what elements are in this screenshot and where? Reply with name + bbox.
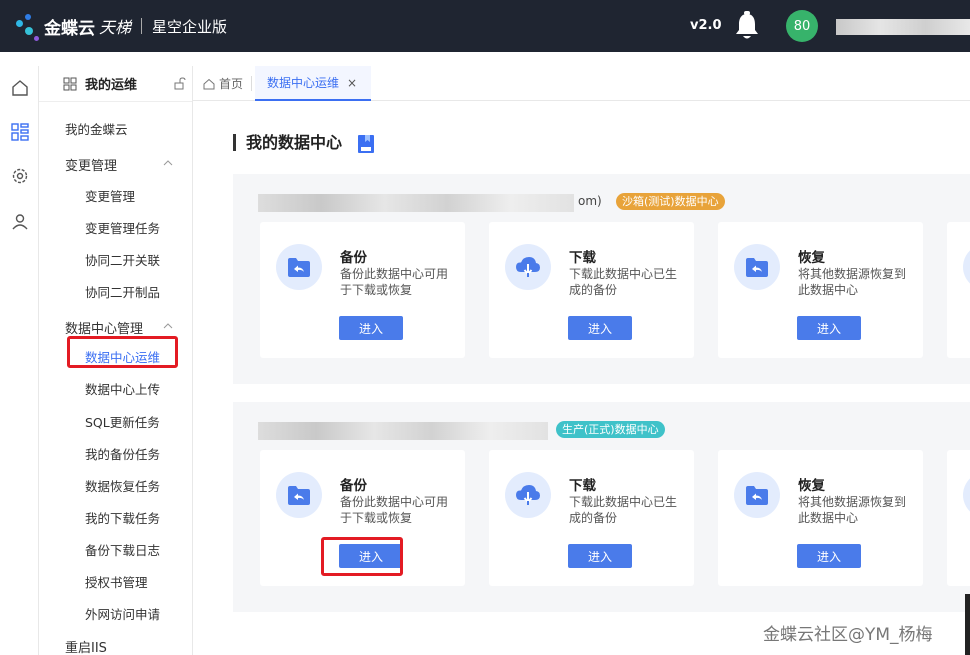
tab-divider xyxy=(251,76,252,91)
sidebar-header: 我的运维 xyxy=(39,66,192,102)
sidebar-item-sql-update[interactable]: SQL更新任务 xyxy=(85,412,160,431)
home-icon xyxy=(203,78,215,89)
cloud-download-icon xyxy=(505,244,551,290)
card-title: 恢复 xyxy=(798,250,825,266)
backup-card: 备份 备份此数据中心可用于下载或恢复 进入 xyxy=(260,450,465,586)
brand-logo[interactable]: 金蝶云 天梯 星空企业版 xyxy=(12,10,227,42)
edition-label: 星空企业版 xyxy=(152,17,228,36)
datacenter-host-suffix: om) xyxy=(578,194,602,208)
card-icon xyxy=(963,472,970,518)
sidebar-item-my-cloud[interactable]: 我的金蝶云 xyxy=(65,119,128,138)
sidebar-item-codev-link[interactable]: 协同二开关联 xyxy=(85,250,160,269)
card-title: 备份 xyxy=(340,478,367,494)
sidebar-item-dc-upload[interactable]: 数据中心上传 xyxy=(85,379,160,398)
card-title: 下载 xyxy=(569,478,596,494)
sidebar-group-change[interactable]: 变更管理 xyxy=(65,155,117,174)
download-card: 下载 下载此数据中心已生成的备份 进入 xyxy=(489,450,694,586)
sidebar: 我的运维 我的金蝶云 变更管理 变更管理 变更管理任务 协同二开关联 协同二开制… xyxy=(39,66,193,655)
brand-divider xyxy=(141,18,143,34)
brand-name: 金蝶云 xyxy=(44,18,95,39)
card-description: 备份此数据中心可用于下载或恢复 xyxy=(340,495,449,525)
bell-icon[interactable] xyxy=(733,11,761,41)
sidebar-group-datacenter[interactable]: 数据中心管理 xyxy=(65,318,143,337)
grid-icon xyxy=(63,77,77,90)
card-description: 下载此数据中心已生成的备份 xyxy=(569,267,678,297)
sidebar-item-change[interactable]: 变更管理 xyxy=(85,186,135,205)
sidebar-item-backup-task[interactable]: 我的备份任务 xyxy=(85,444,160,463)
icon-rail xyxy=(0,66,39,655)
watermark: 金蝶云社区@YM_杨梅 xyxy=(763,625,933,645)
chevron-up-icon[interactable] xyxy=(163,323,173,329)
partial-card xyxy=(947,450,970,586)
unlock-icon[interactable] xyxy=(174,77,186,90)
restore-card: 恢复 将其他数据源恢复到此数据中心 进入 xyxy=(718,222,923,358)
tab-dc-ops-label: 数据中心运维 xyxy=(267,76,340,90)
card-icon xyxy=(963,244,970,290)
card-description: 将其他数据源恢复到此数据中心 xyxy=(798,495,907,525)
sidebar-item-change-task[interactable]: 变更管理任务 xyxy=(85,218,160,237)
datacenter-panel: om) 沙箱(测试)数据中心 备份 备份此数据中心可用于下载或恢复 进入 下载 … xyxy=(233,174,970,384)
card-description: 将其他数据源恢复到此数据中心 xyxy=(798,267,907,297)
apps-grid-icon[interactable] xyxy=(10,122,30,142)
page-title: 我的数据中心 xyxy=(233,134,342,151)
restore-card: 恢复 将其他数据源恢复到此数据中心 进入 xyxy=(718,450,923,586)
backup-icon xyxy=(276,244,322,290)
datacenter-panel: 生产(正式)数据中心 备份 备份此数据中心可用于下载或恢复 进入 下载 下载此数… xyxy=(233,402,970,612)
chevron-up-icon[interactable] xyxy=(163,160,173,166)
tab-dc-ops[interactable]: 数据中心运维 × xyxy=(255,66,371,101)
datacenter-name-redacted xyxy=(258,194,574,212)
card-title: 备份 xyxy=(340,250,367,266)
sidebar-header-label: 我的运维 xyxy=(85,78,138,93)
sidebar-item-restore-task[interactable]: 数据恢复任务 xyxy=(85,476,160,495)
backup-icon xyxy=(276,472,322,518)
logo-icon xyxy=(12,10,40,42)
enter-button[interactable]: 进入 xyxy=(339,316,403,340)
download-card: 下载 下载此数据中心已生成的备份 进入 xyxy=(489,222,694,358)
gear-icon[interactable] xyxy=(10,166,30,186)
brand-subtitle: 天梯 xyxy=(99,18,132,37)
user-name-redacted[interactable] xyxy=(836,19,970,35)
sidebar-item-license[interactable]: 授权书管理 xyxy=(85,572,148,591)
top-bar: 金蝶云 天梯 星空企业版 v2.0 80 xyxy=(0,0,970,52)
enter-button[interactable]: 进入 xyxy=(797,316,861,340)
enter-button[interactable]: 进入 xyxy=(568,544,632,568)
status-badge: 沙箱(测试)数据中心 xyxy=(616,193,725,210)
restore-icon xyxy=(734,472,780,518)
sidebar-item-backup-log[interactable]: 备份下载日志 xyxy=(85,540,160,559)
version-label: v2.0 xyxy=(690,18,722,33)
card-title: 下载 xyxy=(569,250,596,266)
tab-bar: 首页 数据中心运维 × xyxy=(193,66,970,101)
home-icon[interactable] xyxy=(10,78,30,98)
sidebar-item-external-access[interactable]: 外网访问申请 xyxy=(85,604,160,623)
highlight-box xyxy=(321,537,403,576)
main-content: 我的数据中心 om) 沙箱(测试)数据中心 备份 备份此数据中心可用于下载或恢复… xyxy=(193,101,970,655)
sidebar-item-restart-iis[interactable]: 重启IIS xyxy=(65,637,107,655)
cloud-download-icon xyxy=(505,472,551,518)
close-icon[interactable]: × xyxy=(347,76,357,90)
enter-button[interactable]: 进入 xyxy=(568,316,632,340)
card-description: 备份此数据中心可用于下载或恢复 xyxy=(340,267,449,297)
card-description: 下载此数据中心已生成的备份 xyxy=(569,495,678,525)
restore-icon xyxy=(734,244,780,290)
user-icon[interactable] xyxy=(10,212,30,232)
sidebar-item-download-task[interactable]: 我的下载任务 xyxy=(85,508,160,527)
tab-home-label: 首页 xyxy=(219,77,244,91)
status-badge: 生产(正式)数据中心 xyxy=(556,421,665,438)
sidebar-item-codev-artifact[interactable]: 协同二开制品 xyxy=(85,282,160,301)
backup-card: 备份 备份此数据中心可用于下载或恢复 进入 xyxy=(260,222,465,358)
highlight-box xyxy=(67,336,178,368)
partial-card xyxy=(947,222,970,358)
datacenter-name-redacted xyxy=(258,422,548,440)
bookmark-icon xyxy=(358,135,374,153)
scrollbar[interactable] xyxy=(965,594,970,655)
avatar[interactable]: 80 xyxy=(786,10,818,42)
tab-home[interactable]: 首页 xyxy=(203,66,243,101)
card-title: 恢复 xyxy=(798,478,825,494)
enter-button[interactable]: 进入 xyxy=(797,544,861,568)
